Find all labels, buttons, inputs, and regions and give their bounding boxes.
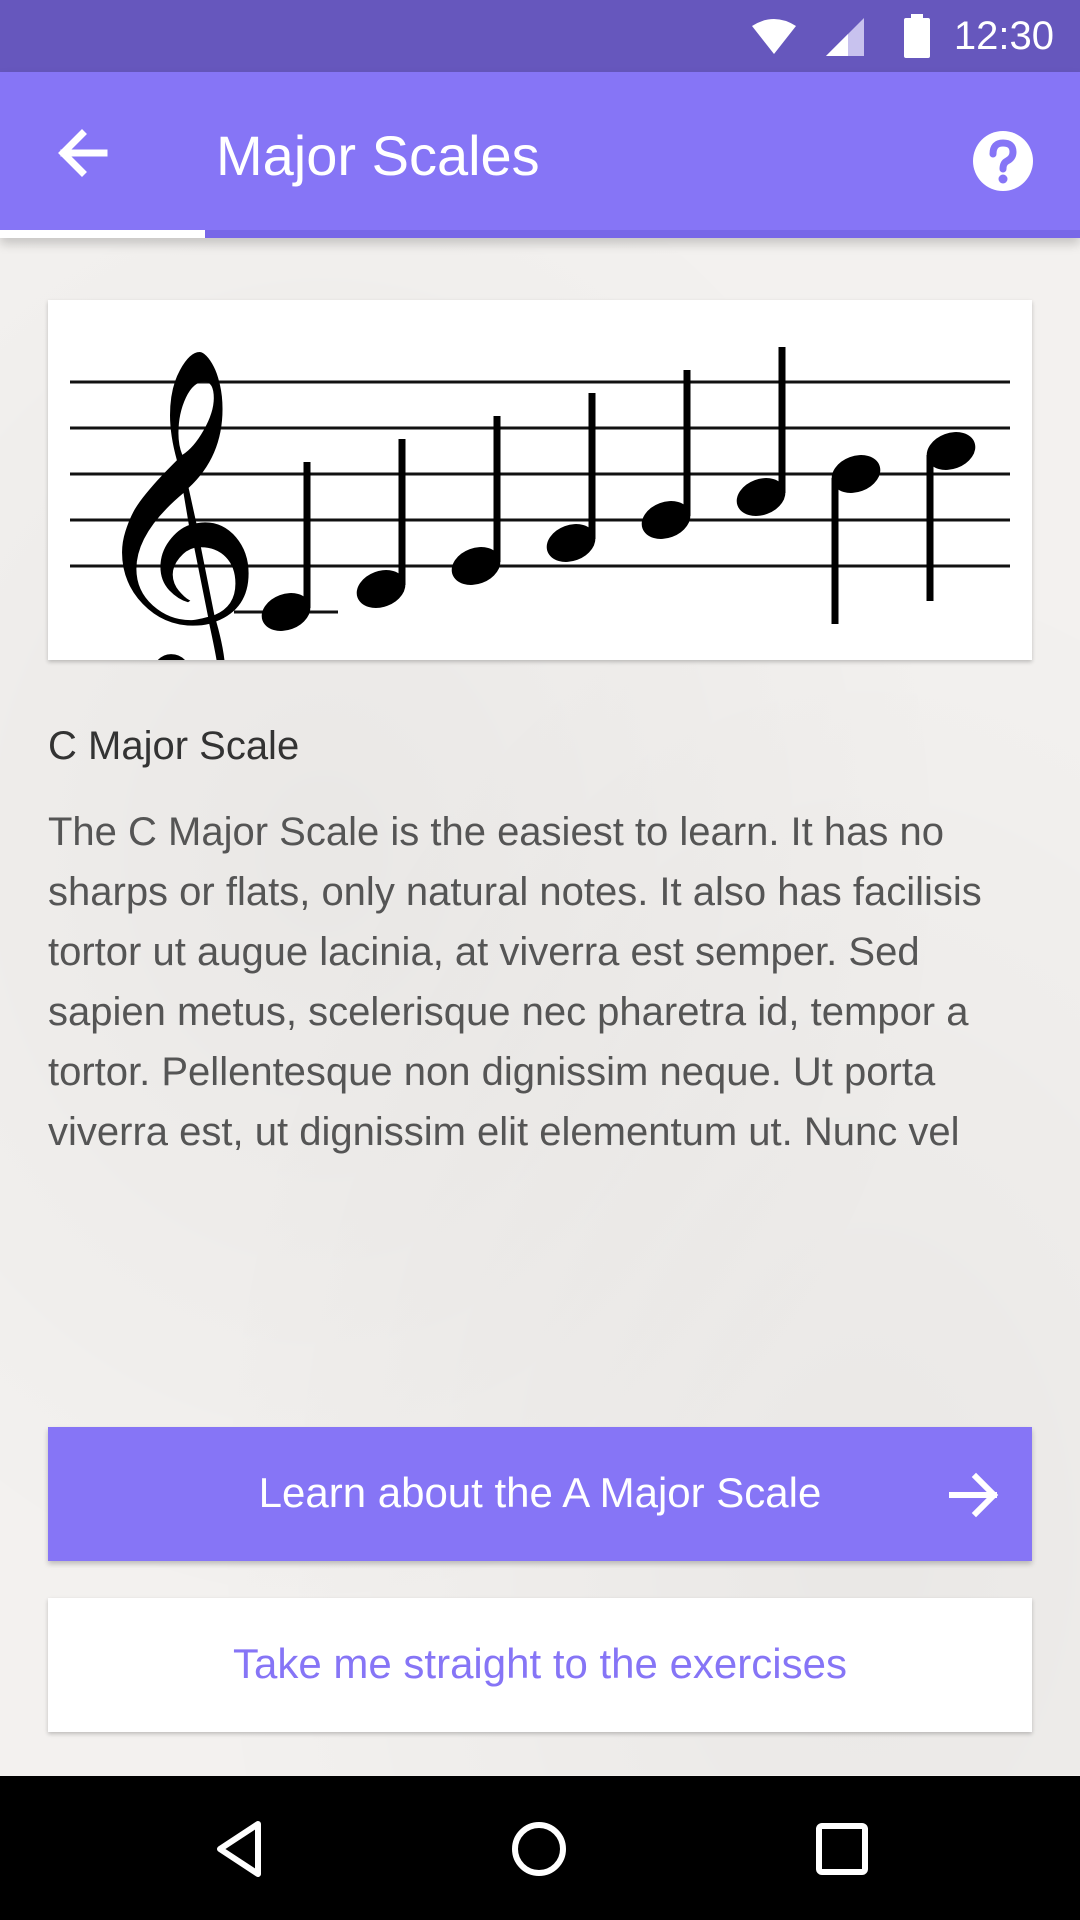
skip-to-exercises-button[interactable]: Take me straight to the exercises	[48, 1598, 1032, 1732]
note-E4	[451, 416, 501, 585]
page-title: Major Scales	[216, 124, 540, 187]
lesson-progress-bar	[0, 230, 1080, 238]
wifi-icon	[752, 19, 796, 54]
next-scale-label: Learn about the A Major Scale	[258, 1469, 822, 1516]
scale-notation-card: 𝄞	[48, 300, 1032, 660]
system-nav-bar	[0, 1776, 1080, 1920]
music-staff: 𝄞	[70, 344, 1010, 660]
home-circle-icon[interactable]	[506, 1816, 572, 1882]
next-scale-button[interactable]: Learn about the A Major Scale	[48, 1427, 1032, 1561]
back-triangle-icon[interactable]	[206, 1816, 272, 1882]
arrow-left-icon[interactable]	[50, 118, 120, 188]
status-bar: 12:30	[0, 0, 1080, 72]
skip-to-exercises-label: Take me straight to the exercises	[233, 1640, 847, 1687]
cellular-signal-icon	[826, 18, 864, 56]
battery-icon	[904, 14, 930, 58]
help-circle-icon[interactable]	[972, 130, 1034, 192]
recents-square-icon[interactable]	[809, 1816, 875, 1882]
lesson-heading: C Major Scale	[48, 724, 300, 768]
note-C5	[926, 432, 976, 601]
note-G4	[641, 370, 691, 539]
note-B4	[831, 455, 881, 624]
arrow-right-icon	[949, 1472, 999, 1518]
note-D4	[356, 439, 406, 608]
note-F4	[546, 393, 596, 562]
clock: 12:30	[953, 14, 1054, 58]
lesson-progress-fill	[0, 230, 206, 238]
app-bar: Major Scales	[0, 72, 1080, 238]
note-A4	[736, 347, 786, 516]
lesson-body: The C Major Scale is the easiest to lear…	[48, 810, 982, 1154]
